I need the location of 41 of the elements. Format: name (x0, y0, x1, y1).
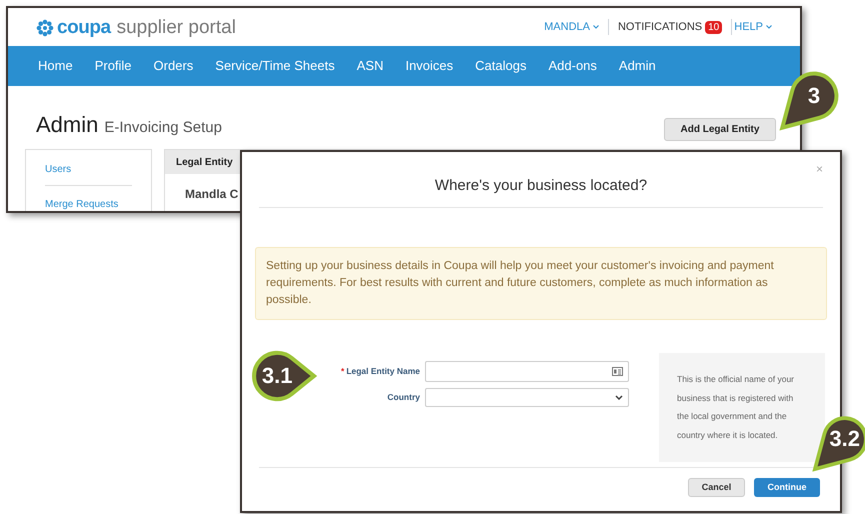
chevron-down-icon (615, 394, 623, 400)
step-number: 3.2 (829, 428, 860, 450)
id-card-icon (612, 366, 623, 376)
nav-link[interactable]: Service/Time Sheets (215, 56, 335, 76)
cancel-button[interactable]: Cancel (688, 478, 745, 497)
logo-brand: coupa (57, 18, 111, 36)
notifications-link[interactable]: NOTIFICATIONS (618, 18, 702, 36)
select-field[interactable] (425, 388, 629, 406)
step-number: 3.1 (262, 365, 292, 387)
close-button[interactable]: × (816, 160, 823, 178)
nav-link[interactable]: Home (38, 56, 73, 76)
help-text: This is the official name of your business that is registered with the local government and the country where it is located. (677, 373, 796, 442)
notice-text: Setting up your business details in Coupa will help you meet your customer's invoicing and payment requirements. For best results with current and future customers, complete as much information as possible. (266, 258, 775, 308)
chevron-down-icon (592, 25, 599, 29)
nav-link[interactable]: ASN (356, 56, 384, 76)
help-menu[interactable]: HELP (734, 18, 763, 36)
required-marker: * (341, 364, 344, 378)
sidebar-link[interactable]: Users (45, 164, 72, 175)
nav-link[interactable]: Orders (154, 56, 194, 76)
field-label: Country (387, 390, 420, 404)
page-title: Admin (36, 111, 98, 139)
page-subtitle: E-Invoicing Setup (104, 118, 222, 138)
nav-link[interactable]: Invoices (405, 56, 454, 76)
add-legal-entity-button[interactable]: Add Legal Entity (664, 118, 776, 141)
continue-button[interactable]: Continue (754, 478, 820, 497)
column-header: Legal Entity (176, 156, 233, 170)
nav-link[interactable]: Add-ons (548, 56, 597, 76)
sidebar-link[interactable]: Merge Requests (45, 199, 118, 210)
chevron-down-icon (766, 25, 772, 29)
dialog-title: Where's your business located? (434, 176, 648, 196)
notification-count: 10 (705, 20, 722, 34)
snowflake-logo-icon (36, 18, 54, 36)
table-cell: Mandla C (185, 187, 238, 201)
nav-link[interactable]: Profile (94, 56, 132, 76)
logo-product: supplier portal (116, 18, 236, 36)
step-number: 3 (808, 85, 820, 108)
nav-link[interactable]: Catalogs (475, 56, 526, 76)
user-menu[interactable]: MANDLA (544, 18, 590, 36)
field-label: Legal Entity Name (346, 364, 420, 378)
input-field[interactable] (425, 360, 629, 382)
nav-link[interactable]: Admin (618, 56, 656, 76)
